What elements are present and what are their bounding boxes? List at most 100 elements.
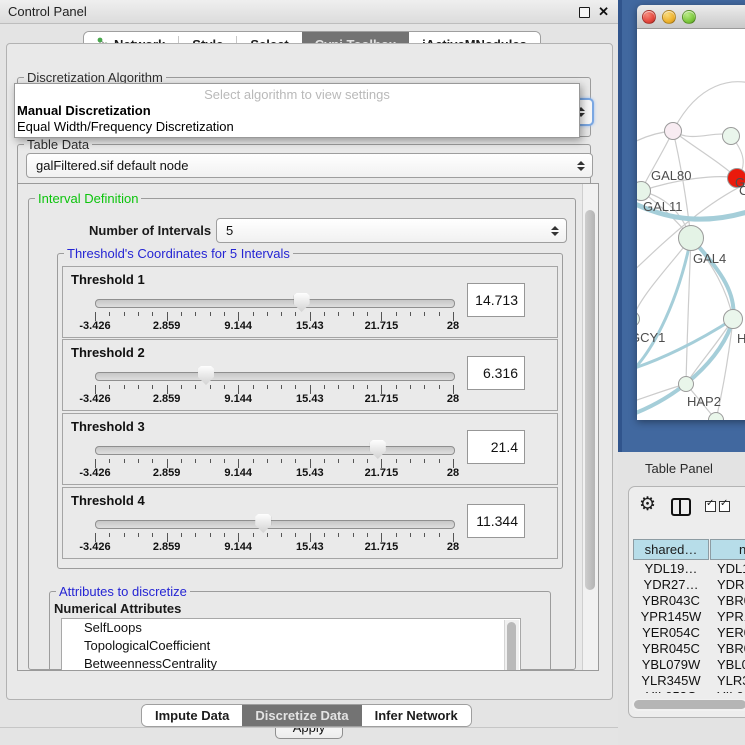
network-node[interactable] <box>678 376 694 392</box>
network-window-titlebar <box>637 5 745 29</box>
close-icon[interactable]: ✕ <box>598 4 609 20</box>
cell-shared-name: YDR27… <box>633 577 709 592</box>
thresholds-group-title: Threshold's Coordinates for 5 Intervals <box>64 246 293 261</box>
threshold-value-field[interactable]: 6.316 <box>467 356 525 390</box>
attribute-item-selfloops[interactable]: SelfLoops <box>62 619 520 637</box>
cell-name: YDR2 <box>713 577 745 592</box>
slider-track[interactable] <box>95 446 455 455</box>
attribute-item-topologicalcoefficient[interactable]: TopologicalCoefficient <box>62 637 520 655</box>
column-header-shared[interactable]: shared… <box>633 539 709 560</box>
attributes-scrollbar[interactable] <box>504 620 519 671</box>
node-label-hap2: HAP2 <box>687 394 721 409</box>
screenshot-root: Control Panel ✕ NetworkStyleSelectCyni T… <box>0 0 745 745</box>
network-node[interactable] <box>678 225 704 251</box>
column-header-name[interactable]: n <box>710 539 745 560</box>
attributes-group-title: Attributes to discretize <box>56 584 190 599</box>
slider-track[interactable] <box>95 372 455 381</box>
table-row[interactable]: YPR145WYPR1 <box>633 609 745 625</box>
split-columns-icon[interactable] <box>671 498 691 516</box>
dropdown-hint: Select algorithm to view settings <box>15 87 579 102</box>
bottom-tab-discretize-data[interactable]: Discretize Data <box>242 705 361 726</box>
table-row[interactable]: YLR345W YLR3 <box>633 673 745 689</box>
bottom-tab-bar: Impute Data Discretize Data Infer Network <box>141 704 472 727</box>
slider-tick-labels: -3.4262.8599.14415.4321.71528 <box>95 541 453 553</box>
network-node[interactable] <box>722 127 740 145</box>
dropdown-item-manual-discretization[interactable]: Manual Discretization <box>17 103 151 118</box>
bottom-tab-label: Impute Data <box>155 708 229 723</box>
slider-tick-labels: -3.4262.8599.14415.4321.71528 <box>95 467 453 479</box>
cell-name: YBR0 <box>713 593 745 608</box>
cell-name: YLR3 <box>713 673 745 688</box>
zoom-traffic-light-icon[interactable] <box>682 10 696 24</box>
attribute-items: SelfLoopsTopologicalCoefficientBetweenne… <box>62 619 520 671</box>
node-label-gal4: GAL4 <box>693 251 726 266</box>
table-horizontal-scrollbar[interactable] <box>632 699 745 711</box>
node-label-c: C <box>739 183 745 198</box>
slider-track[interactable] <box>95 299 455 308</box>
number-of-intervals-label: Number of Intervals <box>89 223 211 238</box>
node-label-gcy1: GCY1 <box>637 330 665 345</box>
cell-shared-name: YBR043C <box>633 593 709 608</box>
panel-title: Control Panel <box>8 4 87 19</box>
desktop-edge <box>618 0 622 452</box>
table-data-combobox[interactable]: galFiltered.sif default node <box>26 153 593 178</box>
table-row[interactable]: YBR045CYBR0 <box>633 641 745 657</box>
viewport-scrollbar[interactable] <box>582 184 598 670</box>
table-panel: ⚙ shared… n YDL19…YDL1YDR27…YDR2YBR043CY… <box>628 486 745 718</box>
cell-shared-name: YPR145W <box>633 609 709 624</box>
gear-icon[interactable]: ⚙ <box>639 493 656 516</box>
bottom-tab-impute-data[interactable]: Impute Data <box>142 705 242 726</box>
node-label-gal11: GAL11 <box>643 199 683 214</box>
cell-shared-name: YLR345W <box>633 673 709 688</box>
table-data-value: galFiltered.sif default node <box>36 158 188 173</box>
table-row[interactable]: YIL052CYIL0 <box>633 689 745 693</box>
float-window-icon[interactable] <box>579 7 590 18</box>
settings-scroll-viewport: Interval Definition Number of Intervals … <box>17 183 599 671</box>
numerical-attributes-list[interactable]: SelfLoopsTopologicalCoefficientBetweenne… <box>61 618 521 671</box>
slider-thumb[interactable] <box>370 440 386 459</box>
slider-thumb[interactable] <box>255 514 271 533</box>
network-node[interactable] <box>723 309 743 329</box>
attributes-scrollbar-thumb[interactable] <box>507 622 516 671</box>
threshold-label: Threshold 1 <box>71 272 145 287</box>
desktop-background: GAL80GCGAL11GAL4GCY1HHAP2 <box>618 0 745 452</box>
cell-name: YDL1 <box>713 561 745 576</box>
table-row[interactable]: YBL079WYBL0 <box>633 657 745 673</box>
slider-thumb[interactable] <box>198 366 214 385</box>
close-traffic-light-icon[interactable] <box>642 10 656 24</box>
network-canvas[interactable]: GAL80GCGAL11GAL4GCY1HHAP2 <box>637 29 745 420</box>
threshold-value-field[interactable]: 11.344 <box>467 504 525 538</box>
bottom-tab-infer-network[interactable]: Infer Network <box>362 705 471 726</box>
viewport-scrollbar-thumb[interactable] <box>585 210 595 590</box>
slider-tick-labels: -3.4262.8599.14415.4321.71528 <box>95 320 453 332</box>
threshold-value-field[interactable]: 14.713 <box>467 283 525 317</box>
control-panel-titlebar: Control Panel ✕ <box>0 0 618 24</box>
number-of-intervals-combobox[interactable]: 5 <box>216 218 567 243</box>
table-row[interactable]: YDL19… YDL1 <box>633 561 745 577</box>
bottom-tab-label: Infer Network <box>375 708 458 723</box>
network-node[interactable] <box>664 122 682 140</box>
table-row[interactable]: YDR27… YDR2 <box>633 577 745 593</box>
threshold-panel-1: Threshold 1 -3.4262.8599.14415.4321.71528… <box>62 266 558 338</box>
node-table[interactable]: shared… n YDL19…YDL1YDR27…YDR2YBR043CYBR… <box>633 539 745 693</box>
cyni-toolbox-content: Discretization Algorithm Select algorith… <box>6 43 613 700</box>
cell-shared-name: YDL19… <box>633 561 709 576</box>
table-row[interactable]: YER054CYER0 <box>633 625 745 641</box>
table-row[interactable]: YBR043C YBR0 <box>633 593 745 609</box>
slider-track[interactable] <box>95 520 455 529</box>
minimize-traffic-light-icon[interactable] <box>662 10 676 24</box>
checkbox-icon[interactable] <box>719 501 730 512</box>
threshold-label: Threshold 2 <box>71 345 145 360</box>
attributes-group: Attributes to discretize Numerical Attri… <box>49 591 551 671</box>
table-hscrollbar-thumb[interactable] <box>634 700 745 709</box>
table-panel-title: Table Panel <box>645 461 713 476</box>
threshold-value-field[interactable]: 21.4 <box>467 430 525 464</box>
threshold-panel-2: Threshold 2-3.4262.8599.14415.4321.71528… <box>62 339 558 411</box>
slider-thumb[interactable] <box>294 293 310 312</box>
threshold-label: Threshold 4 <box>71 493 145 508</box>
table-panel-region: Table Panel ⚙ shared… n YDL19…YDL1YDR27…… <box>618 452 745 745</box>
control-panel: Control Panel ✕ NetworkStyleSelectCyni T… <box>0 0 618 745</box>
dropdown-item-equal-width-frequency[interactable]: Equal Width/Frequency Discretization <box>17 119 234 134</box>
checkbox-icon[interactable] <box>705 501 716 512</box>
attribute-item-betweennesscentrality[interactable]: BetweennessCentrality <box>62 655 520 671</box>
